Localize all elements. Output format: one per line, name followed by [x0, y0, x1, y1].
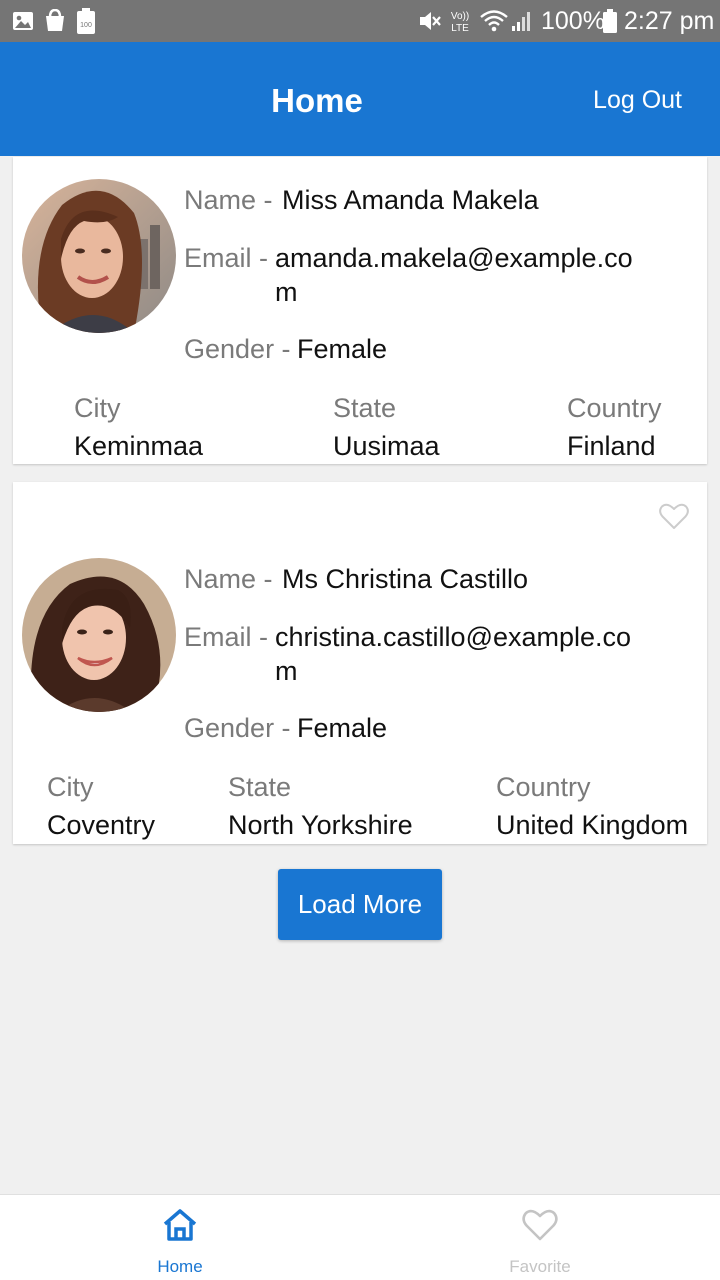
tab-home-label: Home	[157, 1257, 203, 1276]
page-title: Home	[271, 82, 363, 119]
country-value: Finland	[567, 431, 656, 461]
state-block: State Uusimaa	[333, 389, 440, 465]
email-value: christina.castillo@example.com	[275, 622, 632, 686]
state-value: Uusimaa	[333, 431, 440, 461]
city-value: Coventry	[47, 810, 156, 840]
country-block: Country United Kingdom	[496, 768, 688, 844]
name-label: Name -	[184, 564, 273, 594]
country-label: Country	[567, 393, 662, 423]
wifi-icon	[480, 10, 508, 32]
tab-favorite-label: Favorite	[509, 1257, 571, 1276]
svg-text:Vo)): Vo))	[451, 11, 469, 22]
state-label: State	[228, 772, 292, 802]
country-block: Country Finland	[567, 389, 662, 465]
user-avatar	[22, 558, 176, 712]
load-more-button[interactable]: Load More	[278, 869, 442, 940]
battery-small-icon: 100	[77, 8, 95, 34]
email-label: Email -	[184, 622, 269, 652]
status-bar: 100 Vo)) LTE 100% 2:27 pm	[0, 0, 720, 42]
state-label: State	[333, 393, 397, 423]
city-label: City	[47, 772, 94, 802]
app-bar: Home Log Out	[0, 42, 720, 156]
svg-text:LTE: LTE	[451, 23, 469, 34]
shopping-bag-icon	[46, 9, 64, 31]
battery-icon	[603, 9, 617, 33]
svg-text:100: 100	[80, 22, 92, 29]
gender-label: Gender -	[184, 713, 291, 743]
name-value: Miss Amanda Makela	[282, 185, 539, 215]
tab-favorite[interactable]: Favorite	[360, 1195, 720, 1280]
gender-value: Female	[297, 713, 388, 743]
heart-icon	[522, 1209, 558, 1241]
state-block: State North Yorkshire	[228, 768, 413, 844]
name-value: Ms Christina Castillo	[282, 564, 529, 594]
home-icon	[163, 1209, 197, 1241]
user-card[interactable]: Name - Ms Christina Castillo Email - chr…	[13, 482, 707, 844]
logout-button[interactable]: Log Out	[593, 86, 682, 115]
battery-percent: 100%	[541, 7, 605, 35]
user-avatar	[22, 179, 176, 333]
gender-value: Female	[297, 334, 388, 364]
city-value: Keminmaa	[74, 431, 204, 461]
email-value: amanda.makela@example.com	[275, 243, 633, 307]
city-label: City	[74, 393, 121, 423]
country-value: United Kingdom	[496, 810, 689, 840]
user-card[interactable]: Name - Miss Amanda Makela Email - amanda…	[13, 157, 707, 464]
bottom-navigation: Home Favorite	[0, 1194, 720, 1280]
state-value: North Yorkshire	[228, 810, 413, 840]
name-label: Name -	[184, 185, 273, 215]
city-block: City Keminmaa	[74, 389, 203, 465]
email-label: Email -	[184, 243, 269, 273]
volte-icon: Vo)) LTE	[451, 11, 469, 34]
gallery-icon	[13, 12, 33, 30]
mute-icon	[420, 12, 441, 30]
signal-icon	[512, 12, 530, 31]
country-label: Country	[496, 772, 591, 802]
city-block: City Coventry	[47, 768, 155, 844]
tab-home[interactable]: Home	[0, 1195, 360, 1280]
gender-label: Gender -	[184, 334, 291, 364]
favorite-heart-icon[interactable]	[659, 502, 689, 530]
clock: 2:27 pm	[624, 7, 715, 35]
